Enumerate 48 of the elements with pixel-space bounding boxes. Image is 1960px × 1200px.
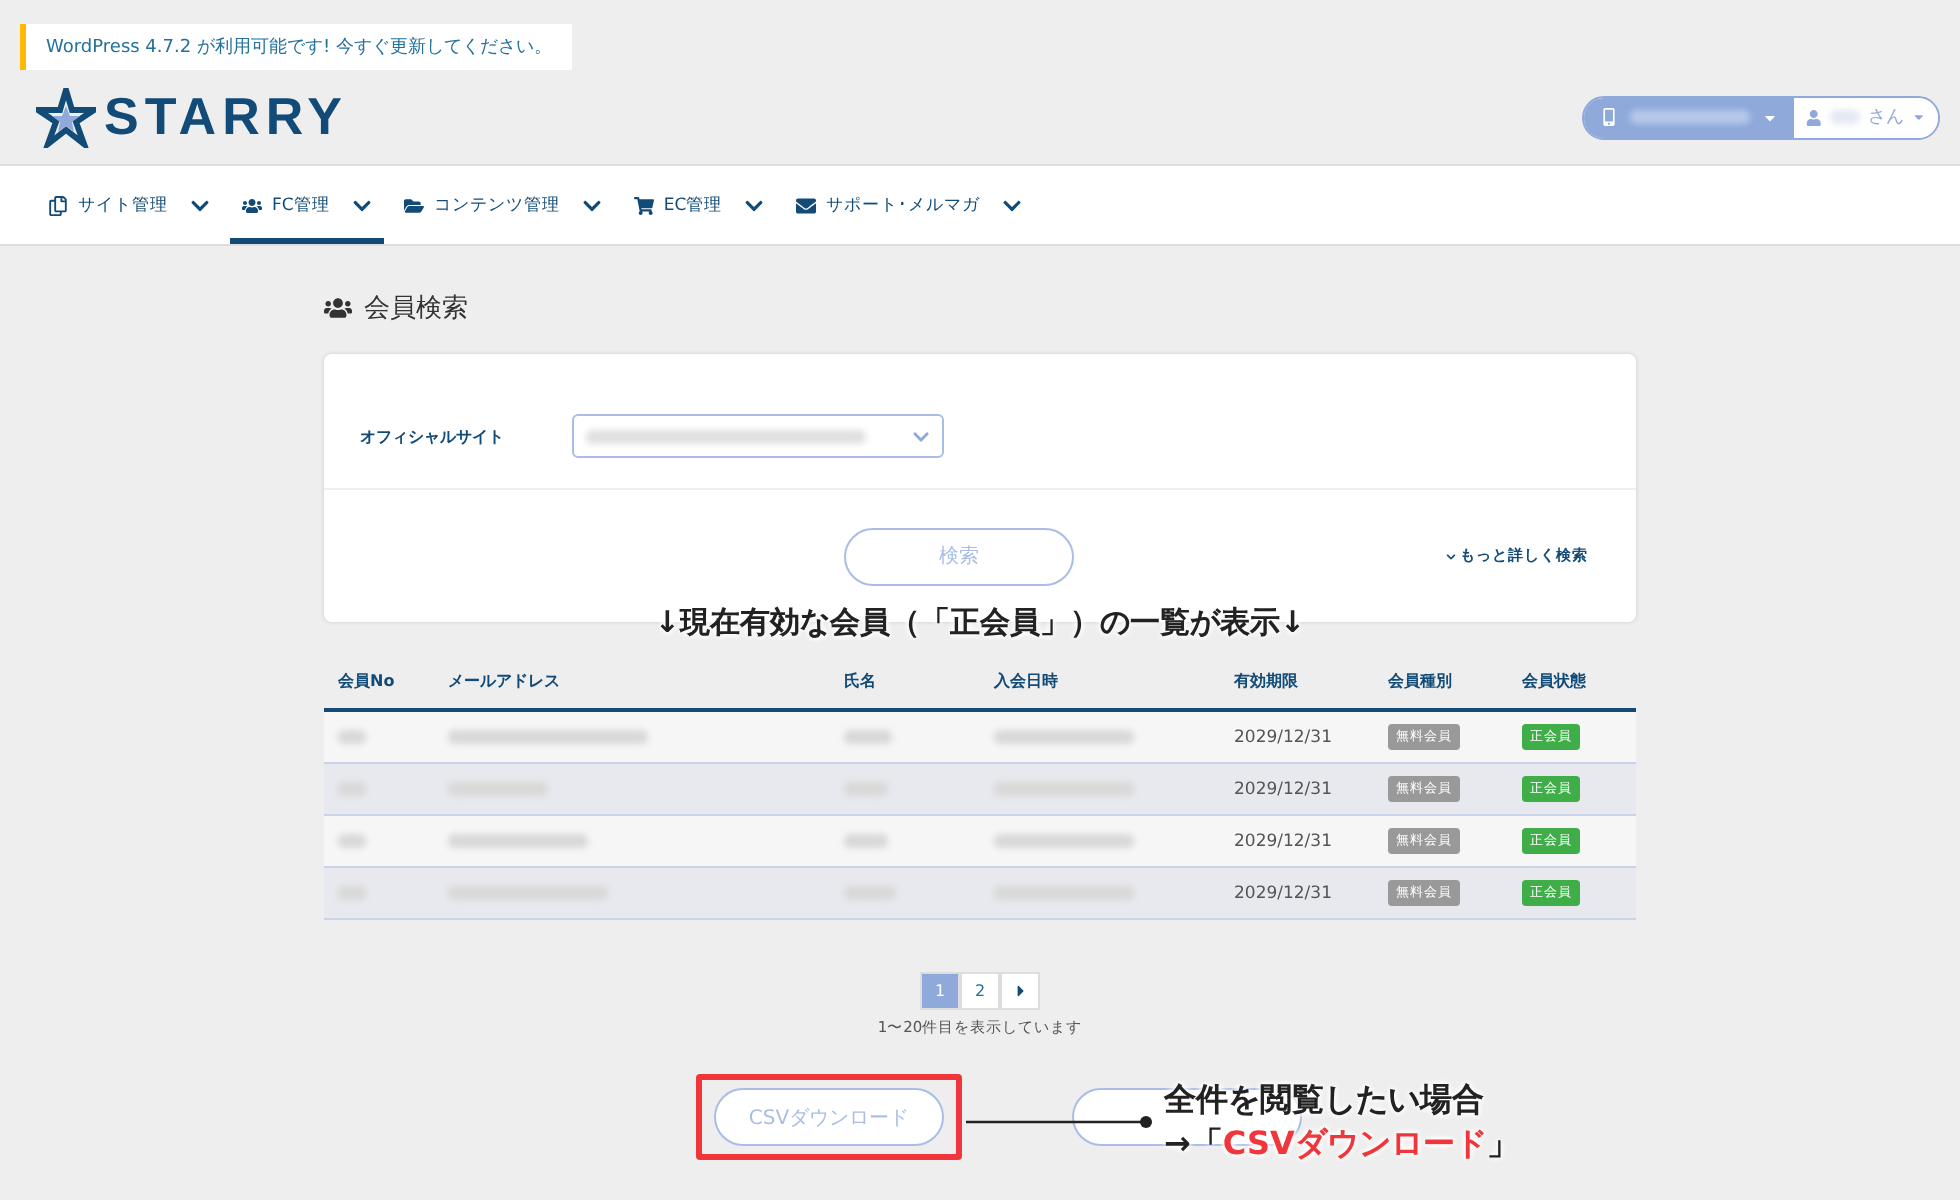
site-select[interactable] — [572, 414, 944, 458]
column-header: 会員No — [338, 670, 397, 692]
users-icon — [242, 195, 262, 215]
redacted-cell — [844, 730, 892, 744]
users-icon — [324, 294, 352, 322]
update-link[interactable]: 今すぐ更新してください。 — [336, 34, 553, 60]
chevron-icon — [1446, 551, 1456, 561]
column-header: 有効期限 — [1234, 670, 1300, 692]
column-header: 氏名 — [844, 670, 878, 692]
redacted-cell — [994, 730, 1134, 744]
page-title: 会員検索 — [364, 292, 468, 326]
star-logo-icon — [36, 87, 96, 147]
envelope-icon — [796, 195, 817, 215]
column-header: 入会日時 — [994, 670, 1060, 692]
copy-icon — [48, 195, 68, 215]
nav-tab[interactable]: EC管理 — [621, 166, 777, 244]
chevron-icon — [1002, 195, 1023, 215]
chevron-icon — [581, 195, 602, 215]
table-cell-text: 2029/12/31 — [1234, 883, 1334, 903]
notice-text: WordPress 4.7.2 が利用可能です! — [46, 35, 331, 60]
nav-tab[interactable]: サポート･メルマガ — [784, 166, 1035, 244]
chevron-icon — [912, 427, 930, 445]
table-cell-text: 2029/12/31 — [1234, 831, 1334, 851]
redacted-cell — [338, 730, 366, 744]
nav-tab[interactable]: サイト管理 — [36, 166, 222, 244]
logo-text: STARRY — [104, 86, 348, 148]
chevron-icon — [744, 195, 765, 215]
annotation-text: ↓現在有効な会員（「正会員」）の一覧が表示↓ — [654, 604, 1306, 642]
table-cell-text: 2029/12/31 — [1234, 779, 1334, 799]
next-page-button[interactable] — [1000, 972, 1040, 1010]
folder-icon — [403, 195, 424, 215]
chevron-icon — [190, 195, 210, 215]
callout-text: →「CSVダウンロード」 — [1164, 1121, 1519, 1165]
cart-icon — [633, 195, 654, 215]
redacted-cell — [448, 834, 588, 848]
nav-tab[interactable]: FC管理 — [230, 166, 384, 244]
table-cell-text: 2029/12/31 — [1234, 727, 1334, 747]
callout-text: 全件を閲覧したい場合 — [1164, 1078, 1486, 1122]
redacted-cell — [338, 834, 366, 848]
column-header: 会員状態 — [1522, 670, 1588, 692]
redacted-cell — [994, 834, 1134, 848]
page-button[interactable]: 2 — [960, 972, 1000, 1010]
column-header: 会員種別 — [1388, 670, 1454, 692]
redacted-cell — [844, 834, 888, 848]
column-header: メールアドレス — [448, 670, 562, 692]
field-label: オフィシャルサイト — [360, 425, 506, 447]
chevron-icon — [351, 195, 372, 215]
nav-tab[interactable]: コンテンツ管理 — [391, 166, 614, 244]
